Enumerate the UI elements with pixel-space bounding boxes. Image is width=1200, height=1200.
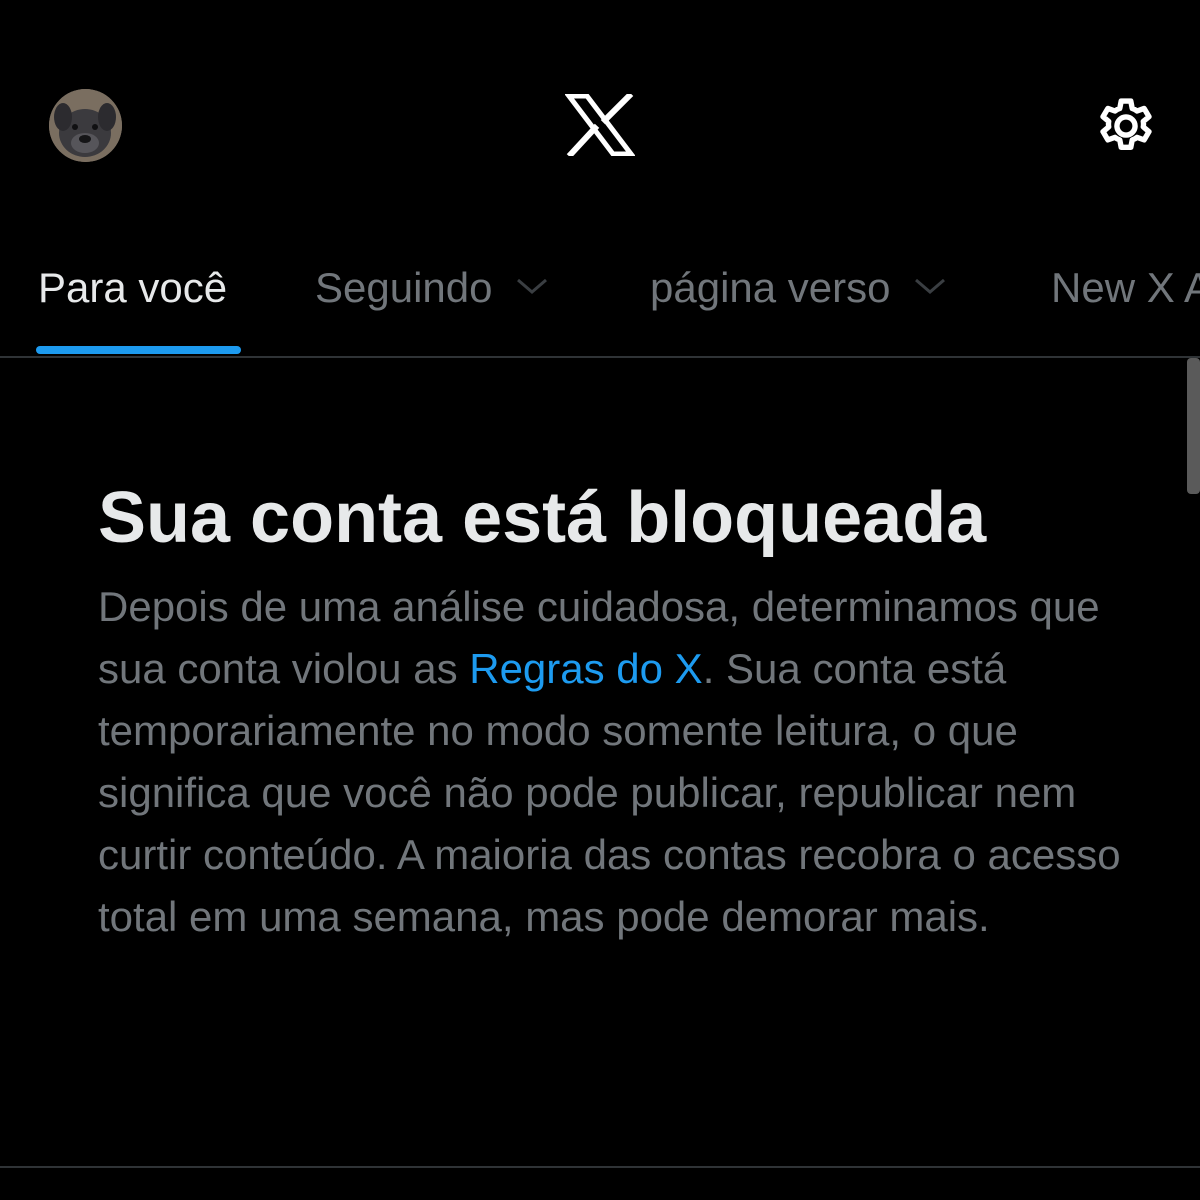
notice-body: Depois de uma análise cuidadosa, determi… bbox=[98, 576, 1138, 948]
tab-label: página verso bbox=[650, 264, 891, 311]
x-logo-icon bbox=[563, 91, 637, 159]
chevron-down-icon[interactable] bbox=[515, 276, 549, 301]
tab-pagina-verso[interactable]: página verso bbox=[650, 250, 947, 356]
chevron-down-icon[interactable] bbox=[913, 276, 947, 301]
top-header bbox=[0, 0, 1200, 250]
notice-title: Sua conta está bloqueada bbox=[98, 478, 987, 558]
tab-new-x[interactable]: New X A bbox=[1051, 250, 1200, 356]
tab-label: New X A bbox=[1051, 264, 1200, 311]
gear-icon[interactable] bbox=[1092, 94, 1160, 162]
tab-label: Para você bbox=[38, 264, 228, 311]
divider bbox=[0, 1166, 1200, 1168]
tab-para-voce[interactable]: Para você bbox=[38, 250, 227, 356]
rules-link[interactable]: Regras do X bbox=[469, 645, 702, 692]
tab-label: Seguindo bbox=[315, 264, 493, 311]
scrollbar[interactable] bbox=[1187, 358, 1200, 494]
active-tab-indicator bbox=[36, 346, 241, 354]
dog-avatar-icon bbox=[49, 89, 122, 162]
profile-avatar[interactable] bbox=[49, 89, 122, 162]
account-locked-notice: Sua conta está bloqueada Depois de uma a… bbox=[98, 470, 1138, 948]
tab-seguindo[interactable]: Seguindo bbox=[315, 250, 549, 356]
timeline-tabs: Para você Seguindo página verso New X A bbox=[0, 250, 1200, 358]
